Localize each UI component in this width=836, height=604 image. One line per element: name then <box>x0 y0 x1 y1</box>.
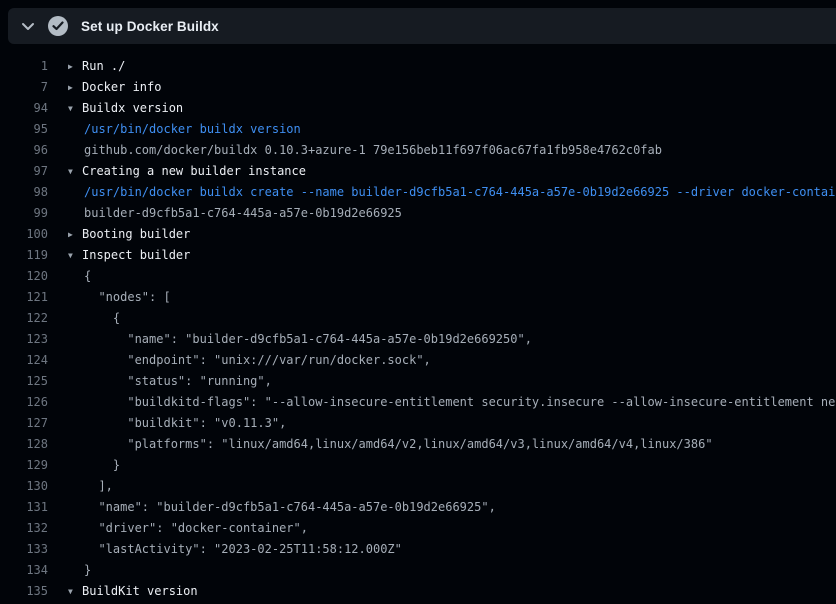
group-toggle[interactable]: ▼Inspect builder <box>48 245 190 266</box>
line-number[interactable]: 94 <box>0 98 48 119</box>
line-number[interactable]: 99 <box>0 203 48 224</box>
output-text: ], <box>48 476 113 497</box>
log-line: 96github.com/docker/buildx 0.10.3+azure-… <box>0 140 836 161</box>
command-text: /usr/bin/docker buildx create --name bui… <box>48 182 836 203</box>
log-line: 123 "name": "builder-d9cfb5a1-c764-445a-… <box>0 329 836 350</box>
line-number[interactable]: 95 <box>0 119 48 140</box>
output-text: "endpoint": "unix:///var/run/docker.sock… <box>48 350 431 371</box>
log-line: 122 { <box>0 308 836 329</box>
output-text: "driver": "docker-container", <box>48 518 308 539</box>
line-number[interactable]: 96 <box>0 140 48 161</box>
group-toggle[interactable]: ▼Buildx version <box>48 98 183 119</box>
log-line: 95/usr/bin/docker buildx version <box>0 119 836 140</box>
triangle-right-icon: ▶ <box>68 77 82 98</box>
log-group-line: 97▼Creating a new builder instance <box>0 161 836 182</box>
output-text: } <box>48 455 120 476</box>
log-line: 134} <box>0 560 836 581</box>
log-line: 128 "platforms": "linux/amd64,linux/amd6… <box>0 434 836 455</box>
group-toggle[interactable]: ▶Booting builder <box>48 224 190 245</box>
check-circle-icon <box>48 16 68 36</box>
output-text: "lastActivity": "2023-02-25T11:58:12.000… <box>48 539 402 560</box>
step-header[interactable]: Set up Docker Buildx <box>8 8 836 44</box>
line-number[interactable]: 125 <box>0 371 48 392</box>
output-text: "name": "builder-d9cfb5a1-c764-445a-a57e… <box>48 497 496 518</box>
output-text: "buildkitd-flags": "--allow-insecure-ent… <box>48 392 836 413</box>
group-toggle[interactable]: ▶Docker info <box>48 77 161 98</box>
log-group-line: 1▶Run ./ <box>0 56 836 77</box>
log-line: 133 "lastActivity": "2023-02-25T11:58:12… <box>0 539 836 560</box>
group-toggle[interactable]: ▼Creating a new builder instance <box>48 161 306 182</box>
triangle-right-icon: ▶ <box>68 224 82 245</box>
output-text: "nodes": [ <box>48 287 171 308</box>
output-text: } <box>48 560 91 581</box>
log-line: 125 "status": "running", <box>0 371 836 392</box>
line-number[interactable]: 132 <box>0 518 48 539</box>
line-number[interactable]: 123 <box>0 329 48 350</box>
log-line: 120{ <box>0 266 836 287</box>
log-line: 131 "name": "builder-d9cfb5a1-c764-445a-… <box>0 497 836 518</box>
line-number[interactable]: 122 <box>0 308 48 329</box>
group-title: Booting builder <box>82 227 190 241</box>
log-line: 132 "driver": "docker-container", <box>0 518 836 539</box>
log-group-line: 7▶Docker info <box>0 77 836 98</box>
triangle-down-icon: ▼ <box>68 245 82 266</box>
log-line: 130 ], <box>0 476 836 497</box>
output-text: github.com/docker/buildx 0.10.3+azure-1 … <box>48 140 662 161</box>
log-group-line: 94▼Buildx version <box>0 98 836 119</box>
output-text: { <box>48 308 120 329</box>
log-group-line: 135▼BuildKit version <box>0 581 836 602</box>
line-number[interactable]: 7 <box>0 77 48 98</box>
output-text: { <box>48 266 91 287</box>
line-number[interactable]: 131 <box>0 497 48 518</box>
triangle-right-icon: ▶ <box>68 56 82 77</box>
group-toggle[interactable]: ▶Run ./ <box>48 56 125 77</box>
output-text: "name": "builder-d9cfb5a1-c764-445a-a57e… <box>48 329 532 350</box>
output-text: builder-d9cfb5a1-c764-445a-a57e-0b19d2e6… <box>48 203 402 224</box>
group-toggle[interactable]: ▼BuildKit version <box>48 581 198 602</box>
line-number[interactable]: 124 <box>0 350 48 371</box>
line-number[interactable]: 119 <box>0 245 48 266</box>
line-number[interactable]: 128 <box>0 434 48 455</box>
group-title: Creating a new builder instance <box>82 164 306 178</box>
triangle-down-icon: ▼ <box>68 98 82 119</box>
chevron-down-icon[interactable] <box>21 22 35 31</box>
line-number[interactable]: 130 <box>0 476 48 497</box>
log-group-line: 119▼Inspect builder <box>0 245 836 266</box>
output-text: "status": "running", <box>48 371 272 392</box>
log-line: 124 "endpoint": "unix:///var/run/docker.… <box>0 350 836 371</box>
line-number[interactable]: 134 <box>0 560 48 581</box>
command-text: /usr/bin/docker buildx version <box>48 119 301 140</box>
log-group-line: 100▶Booting builder <box>0 224 836 245</box>
group-title: Buildx version <box>82 101 183 115</box>
line-number[interactable]: 97 <box>0 161 48 182</box>
output-text: "platforms": "linux/amd64,linux/amd64/v2… <box>48 434 713 455</box>
line-number[interactable]: 100 <box>0 224 48 245</box>
line-number[interactable]: 121 <box>0 287 48 308</box>
log-line: 129 } <box>0 455 836 476</box>
log-lines: 1▶Run ./7▶Docker info94▼Buildx version95… <box>0 44 836 604</box>
line-number[interactable]: 133 <box>0 539 48 560</box>
line-number[interactable]: 129 <box>0 455 48 476</box>
output-text: "buildkit": "v0.11.3", <box>48 413 286 434</box>
group-title: BuildKit version <box>82 584 198 598</box>
log-line: 126 "buildkitd-flags": "--allow-insecure… <box>0 392 836 413</box>
triangle-down-icon: ▼ <box>68 581 82 602</box>
line-number[interactable]: 126 <box>0 392 48 413</box>
line-number[interactable]: 1 <box>0 56 48 77</box>
triangle-down-icon: ▼ <box>68 161 82 182</box>
group-title: Docker info <box>82 80 161 94</box>
group-title: Inspect builder <box>82 248 190 262</box>
log-line: 98/usr/bin/docker buildx create --name b… <box>0 182 836 203</box>
line-number[interactable]: 120 <box>0 266 48 287</box>
step-title: Set up Docker Buildx <box>81 19 219 34</box>
group-title: Run ./ <box>82 59 125 73</box>
line-number[interactable]: 127 <box>0 413 48 434</box>
log-line: 121 "nodes": [ <box>0 287 836 308</box>
line-number[interactable]: 135 <box>0 581 48 602</box>
log-line: 99builder-d9cfb5a1-c764-445a-a57e-0b19d2… <box>0 203 836 224</box>
log-line: 127 "buildkit": "v0.11.3", <box>0 413 836 434</box>
line-number[interactable]: 98 <box>0 182 48 203</box>
